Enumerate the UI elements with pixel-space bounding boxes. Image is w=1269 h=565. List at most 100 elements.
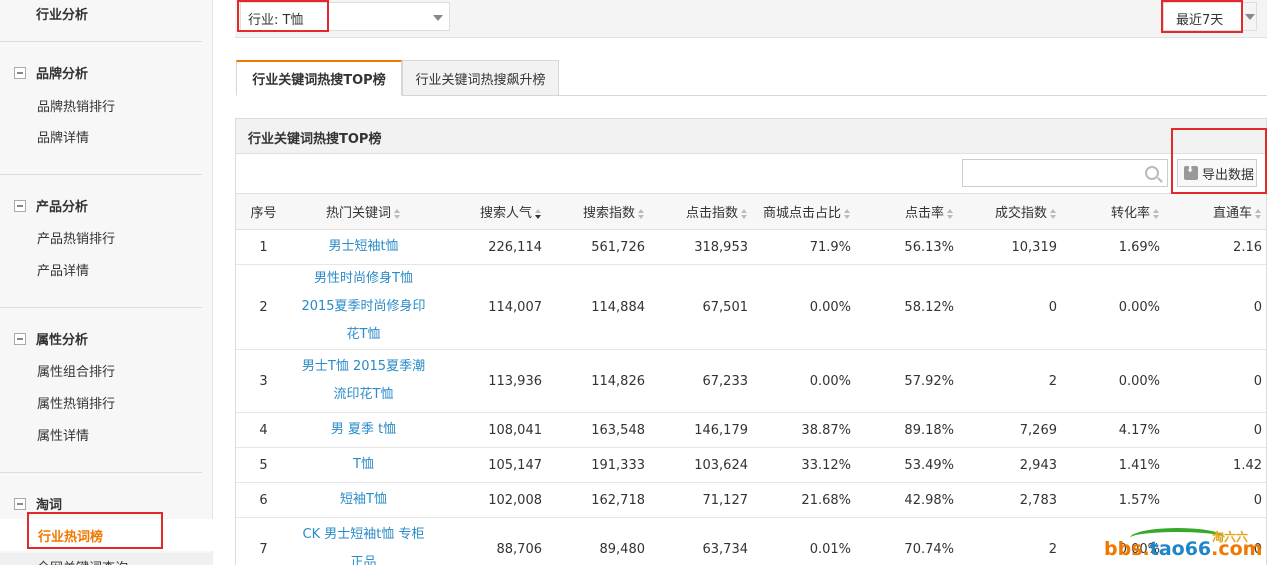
sidebar-item-brand-detail[interactable]: 品牌详情 bbox=[37, 127, 89, 146]
cell-search-index: 162,718 bbox=[552, 482, 655, 518]
cell-click-index: 318,953 bbox=[655, 229, 758, 265]
cell-search-index: 89,480 bbox=[552, 517, 655, 565]
cell-click-index: 71,127 bbox=[655, 482, 758, 518]
col-header-rank: 序号 bbox=[236, 193, 291, 230]
col-header-ztc[interactable]: 直通车 bbox=[1170, 193, 1266, 230]
table-row: 3 男士T恤 2015夏季潮流印花T恤 113,936 114,826 67,233 0.… bbox=[236, 349, 1266, 413]
cell-mall-click-share: 21.68% bbox=[758, 482, 861, 518]
industry-select-label: 行业: T恤 bbox=[248, 13, 304, 28]
cell-search-popularity: 226,114 bbox=[436, 229, 552, 265]
cell-keyword[interactable]: T恤 bbox=[291, 447, 436, 483]
table-row: 6 短袖T恤 102,008 162,718 71,127 21.68% 42.98% 2,7… bbox=[236, 482, 1266, 518]
cell-keyword[interactable]: CK 男士短袖t恤 专柜正品 bbox=[291, 517, 436, 565]
cell-ctr: 42.98% bbox=[861, 482, 964, 518]
divider bbox=[0, 472, 202, 473]
cell-ztc: 1.42 bbox=[1170, 447, 1266, 483]
cell-ctr: 56.13% bbox=[861, 229, 964, 265]
cell-click-index: 103,624 bbox=[655, 447, 758, 483]
cell-keyword[interactable]: 男士T恤 2015夏季潮流印花T恤 bbox=[291, 349, 436, 413]
cell-mall-click-share: 38.87% bbox=[758, 412, 861, 448]
sidebar-item-brand-hot[interactable]: 品牌热销排行 bbox=[37, 96, 115, 115]
sidebar-item-attr-detail[interactable]: 属性详情 bbox=[37, 425, 89, 444]
industry-select[interactable]: 行业: T恤 bbox=[240, 2, 450, 31]
collapse-icon[interactable] bbox=[14, 66, 26, 79]
sidebar-item-product-hot[interactable]: 产品热销排行 bbox=[37, 228, 115, 247]
cell-keyword[interactable]: 男士短袖t恤 bbox=[291, 229, 436, 265]
sort-desc-icon[interactable] bbox=[535, 208, 542, 219]
tab-rising-search[interactable]: 行业关键词热搜飙升榜 bbox=[402, 60, 559, 96]
col-header-search-popularity[interactable]: 搜索人气 bbox=[436, 193, 552, 230]
table-row: 5 T恤 105,147 191,333 103,624 33.12% 53.49% 2,94… bbox=[236, 447, 1266, 483]
cell-ztc: 0 bbox=[1170, 412, 1266, 448]
sidebar-group-product[interactable]: 产品分析 bbox=[14, 196, 88, 215]
cell-rank: 2 bbox=[236, 264, 291, 350]
sidebar-group-brand[interactable]: 品牌分析 bbox=[14, 63, 88, 82]
cell-search-popularity: 102,008 bbox=[436, 482, 552, 518]
cell-ctr: 70.74% bbox=[861, 517, 964, 565]
page: 行业分析 品牌分析 品牌热销排行 品牌详情 产品分析 产品热销排行 产品详情 属… bbox=[0, 0, 1269, 565]
keyword-ranking-table: 序号 热门关键词 搜索人气 搜索指数 点击指数 商城点击占比 点击率 成交指数 … bbox=[236, 193, 1266, 565]
sidebar-item-active-bg bbox=[0, 519, 213, 551]
cell-ctr: 53.49% bbox=[861, 447, 964, 483]
sidebar-group-label: 品牌分析 bbox=[36, 67, 89, 82]
sort-icon[interactable] bbox=[1050, 208, 1057, 219]
panel-header: 行业关键词热搜TOP榜 bbox=[236, 119, 1266, 154]
cell-rank: 3 bbox=[236, 349, 291, 413]
chevron-down-icon bbox=[433, 15, 443, 21]
collapse-icon[interactable] bbox=[14, 332, 26, 345]
sidebar-item-industry-hotwords[interactable]: 行业热词榜 bbox=[38, 526, 103, 545]
sort-icon[interactable] bbox=[638, 208, 645, 219]
table-row: 2 男性时尚修身T恤 2015夏季时尚修身印花T恤 114,007 114,884 67… bbox=[236, 264, 1266, 350]
divider bbox=[0, 174, 202, 175]
sort-icon[interactable] bbox=[1255, 208, 1262, 219]
search-icon[interactable] bbox=[1145, 166, 1159, 180]
cell-search-index: 561,726 bbox=[552, 229, 655, 265]
col-header-deal-index[interactable]: 成交指数 bbox=[964, 193, 1067, 230]
col-header-keyword[interactable]: 热门关键词 bbox=[291, 193, 436, 230]
cell-ztc: 0 bbox=[1170, 349, 1266, 413]
cell-deal-index: 2,783 bbox=[964, 482, 1067, 518]
tab-top-search[interactable]: 行业关键词热搜TOP榜 bbox=[236, 60, 402, 96]
time-range-dropdown-button[interactable] bbox=[1241, 2, 1257, 31]
sort-icon[interactable] bbox=[741, 208, 748, 219]
chevron-down-icon bbox=[1245, 14, 1255, 20]
sidebar-item-attr-hot[interactable]: 属性热销排行 bbox=[37, 393, 115, 412]
cell-conversion: 4.17% bbox=[1067, 412, 1170, 448]
panel-title: 行业关键词热搜TOP榜 bbox=[248, 132, 382, 147]
cell-ctr: 89.18% bbox=[861, 412, 964, 448]
col-header-conversion[interactable]: 转化率 bbox=[1067, 193, 1170, 230]
col-header-mall-click-share[interactable]: 商城点击占比 bbox=[758, 193, 861, 230]
search-input[interactable] bbox=[962, 159, 1168, 187]
cell-deal-index: 0 bbox=[964, 264, 1067, 350]
sidebar-group-attribute[interactable]: 属性分析 bbox=[14, 329, 88, 348]
cell-click-index: 146,179 bbox=[655, 412, 758, 448]
cell-keyword[interactable]: 男性时尚修身T恤 2015夏季时尚修身印花T恤 bbox=[291, 264, 436, 350]
sort-icon[interactable] bbox=[1153, 208, 1160, 219]
collapse-icon[interactable] bbox=[14, 199, 26, 212]
ranking-panel: 行业关键词热搜TOP榜 导出数据 序号 热门关键词 搜索人气 搜索指数 点击指数 bbox=[235, 118, 1267, 565]
sidebar-item-industry-analysis[interactable]: 行业分析 bbox=[36, 4, 88, 23]
cell-ztc: 0 bbox=[1170, 264, 1266, 350]
cell-rank: 1 bbox=[236, 229, 291, 265]
cell-deal-index: 2,943 bbox=[964, 447, 1067, 483]
col-header-click-index[interactable]: 点击指数 bbox=[655, 193, 758, 230]
col-header-search-index[interactable]: 搜索指数 bbox=[552, 193, 655, 230]
collapse-icon[interactable] bbox=[14, 497, 26, 510]
cell-deal-index: 7,269 bbox=[964, 412, 1067, 448]
col-header-ctr[interactable]: 点击率 bbox=[861, 193, 964, 230]
cell-conversion: 1.69% bbox=[1067, 229, 1170, 265]
sort-icon[interactable] bbox=[947, 208, 954, 219]
sidebar-item-attr-combo[interactable]: 属性组合排行 bbox=[37, 361, 115, 380]
cell-keyword[interactable]: 短袖T恤 bbox=[291, 482, 436, 518]
cell-keyword[interactable]: 男 夏季 t恤 bbox=[291, 412, 436, 448]
sort-icon[interactable] bbox=[844, 208, 851, 219]
cell-search-popularity: 113,936 bbox=[436, 349, 552, 413]
cell-ctr: 58.12% bbox=[861, 264, 964, 350]
sidebar-item-keyword-query[interactable]: 全网关键词查询 bbox=[37, 557, 128, 565]
sidebar-group-taoci[interactable]: 淘词 bbox=[14, 494, 62, 513]
cell-search-popularity: 88,706 bbox=[436, 517, 552, 565]
export-data-button[interactable]: 导出数据 bbox=[1177, 159, 1257, 187]
cell-search-index: 163,548 bbox=[552, 412, 655, 448]
sidebar-item-product-detail[interactable]: 产品详情 bbox=[37, 260, 89, 279]
sort-icon[interactable] bbox=[394, 208, 401, 219]
